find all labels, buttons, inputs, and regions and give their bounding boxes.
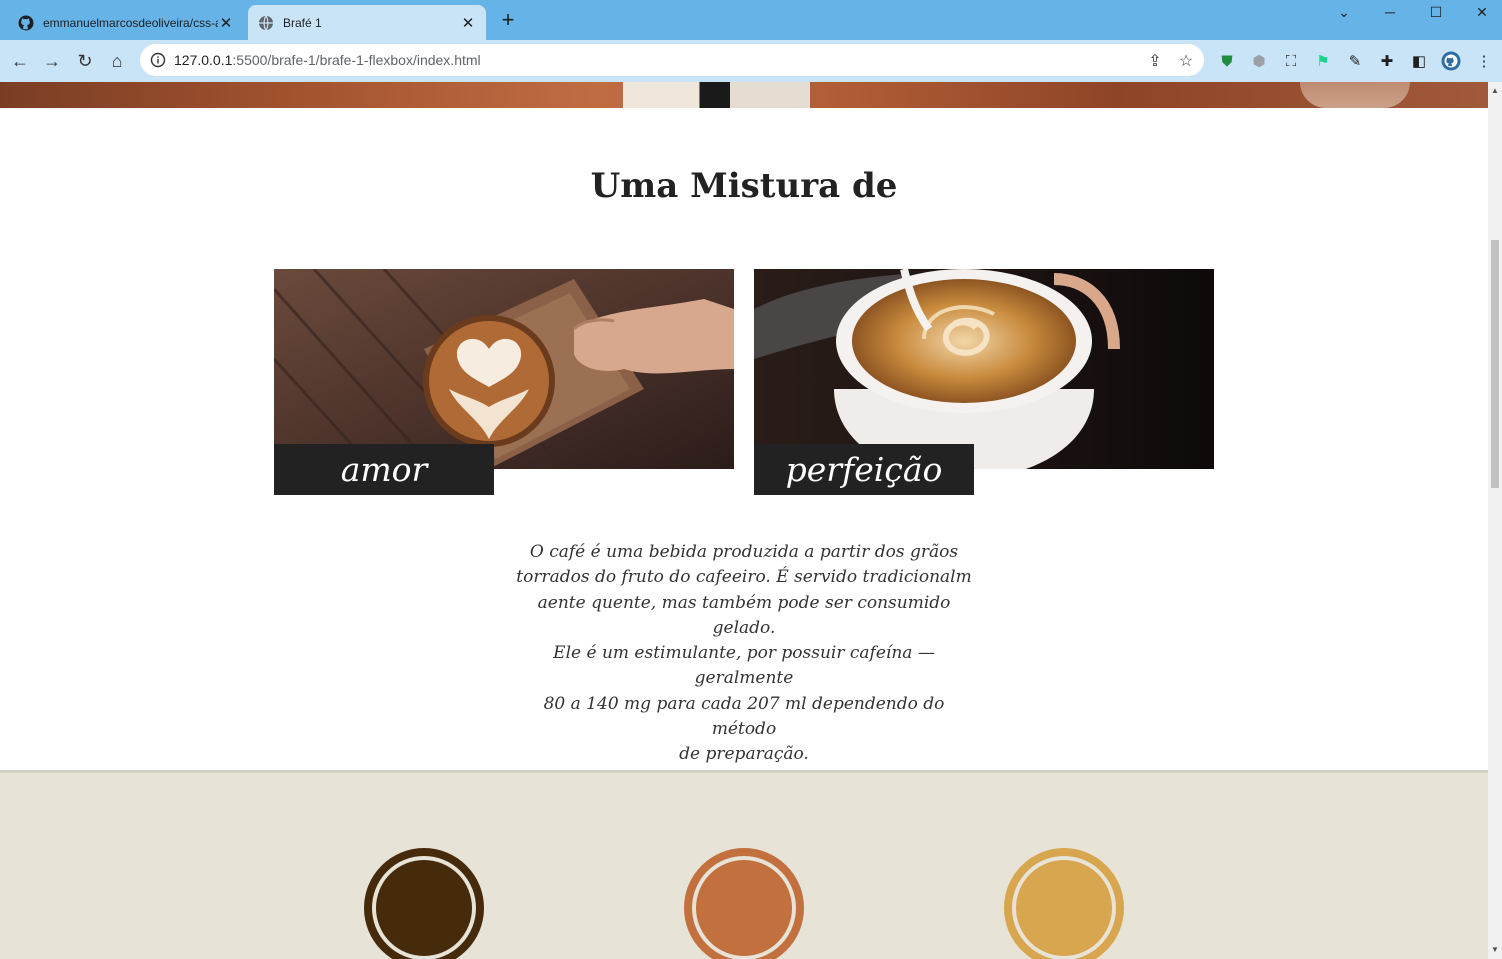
github-avatar-icon	[1441, 51, 1461, 71]
maximize-button[interactable]: ☐	[1413, 0, 1459, 24]
caption-perfeicao: perfeição	[754, 444, 974, 495]
caption-amor: amor	[274, 444, 494, 495]
screenshot-extension-icon[interactable]: ⛶	[1281, 51, 1301, 71]
cup-shape	[623, 82, 699, 108]
glass-shape	[1300, 82, 1410, 108]
reload-button[interactable]: ↻	[74, 50, 96, 72]
cup-shape	[700, 82, 730, 108]
description-line: O café é uma bebida produzida a partir d…	[529, 542, 959, 562]
home-button[interactable]: ⌂	[106, 50, 128, 72]
tab-github[interactable]: emmanuelmarcosdeoliveira/css-alura ✕	[8, 5, 244, 40]
globe-icon	[259, 15, 273, 30]
tab-strip: emmanuelmarcosdeoliveira/css-alura ✕ Bra…	[0, 0, 1502, 40]
forward-button[interactable]: →	[41, 50, 63, 72]
description-line: de preparação.	[679, 744, 809, 765]
github-icon	[18, 15, 34, 30]
url-text: 127.0.0.1:5500/brafe-1/brafe-1-flexbox/i…	[174, 52, 1204, 68]
description-line: 80 a 140 mg para cada 207 ml dependendo …	[543, 693, 945, 740]
card-image-amor	[274, 269, 734, 469]
address-bar[interactable]: 127.0.0.1:5500/brafe-1/brafe-1-flexbox/i…	[140, 44, 1204, 76]
new-tab-button[interactable]: +	[497, 9, 519, 32]
card-image-perfeicao	[754, 269, 1214, 469]
blend-circle-medium	[684, 848, 804, 959]
scroll-down-arrow-icon[interactable]: ▼	[1488, 943, 1502, 957]
description-line: torrados do fruto do cafeeiro. É servido…	[516, 567, 972, 588]
tab-title: emmanuelmarcosdeoliveira/css-alura	[43, 15, 218, 30]
close-window-button[interactable]: ✕	[1459, 0, 1502, 24]
section-title: Uma Mistura de	[590, 166, 898, 206]
hero-image-bottom	[0, 82, 1488, 108]
close-tab-icon[interactable]: ✕	[460, 15, 476, 32]
extensions-puzzle-icon[interactable]: ✚	[1377, 51, 1397, 71]
latte-art-image	[274, 269, 734, 469]
url-host: 127.0.0.1	[174, 52, 233, 68]
coffee-description: O café é uma bebida produzida a partir d…	[514, 540, 974, 768]
description-line: aente quente, mas também pode ser consum…	[537, 592, 951, 638]
scrollbar-thumb[interactable]	[1491, 240, 1499, 488]
blend-circle-dark	[364, 848, 484, 959]
description-line: Ele é um estimulante, por possuir cafeín…	[553, 643, 935, 689]
back-button[interactable]: ←	[9, 50, 31, 72]
page-viewport: Uma Mistura de amor perfeição O café é u…	[0, 82, 1488, 959]
tab-search-icon[interactable]: ⌄	[1321, 0, 1367, 24]
bookmark-star-icon[interactable]: ☆	[1177, 52, 1195, 70]
page-scrollbar[interactable]: ▲ ▼	[1488, 82, 1502, 959]
tab-title: Brafé 1	[283, 15, 322, 30]
cappuccino-image	[754, 269, 1214, 469]
blend-circle-light	[1004, 848, 1124, 959]
color-picker-icon[interactable]: ✎	[1345, 51, 1365, 71]
url-path: :5500/brafe-1/brafe-1-flexbox/index.html	[232, 52, 481, 68]
cup-shape	[730, 82, 810, 108]
share-icon[interactable]: ⇪	[1146, 52, 1164, 70]
profile-avatar[interactable]	[1441, 51, 1461, 71]
scroll-up-arrow-icon[interactable]: ▲	[1488, 84, 1502, 98]
shield-extension-icon[interactable]: ⛊	[1217, 51, 1237, 71]
minimize-button[interactable]: ─	[1367, 0, 1413, 24]
close-tab-icon[interactable]: ✕	[218, 15, 234, 32]
info-icon[interactable]	[150, 52, 166, 68]
browser-toolbar: ← → ↻ ⌂ 127.0.0.1:5500/brafe-1/brafe-1-f…	[0, 40, 1502, 82]
browser-menu-icon[interactable]: ⋮	[1474, 51, 1494, 71]
privacy-extension-icon[interactable]: ⬢	[1249, 51, 1269, 71]
dev-extension-icon[interactable]: ⚑	[1313, 51, 1333, 71]
tab-brafe[interactable]: Brafé 1 ✕	[248, 5, 486, 40]
side-panel-icon[interactable]: ◧	[1409, 51, 1429, 71]
browser-chrome: emmanuelmarcosdeoliveira/css-alura ✕ Bra…	[0, 0, 1502, 82]
